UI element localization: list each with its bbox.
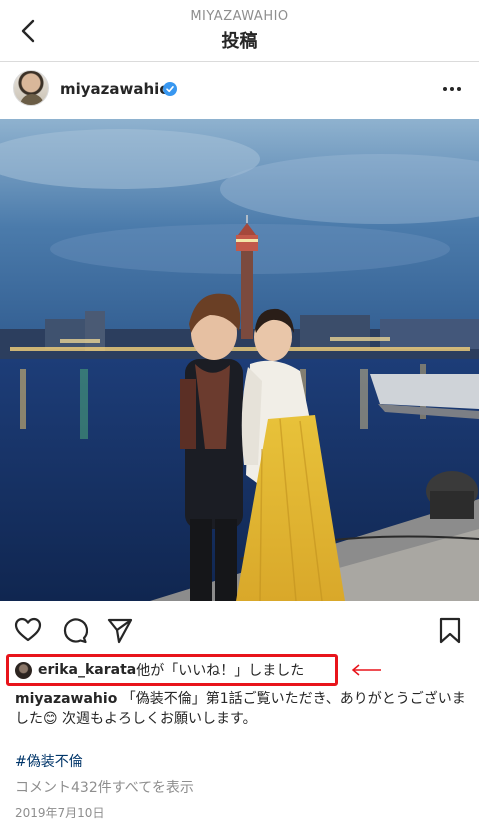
post-header: miyazawahio (0, 62, 479, 118)
caption-username[interactable]: miyazawahio (15, 691, 117, 707)
page-title: 投稿 (221, 31, 258, 52)
avatar[interactable] (13, 70, 49, 106)
post-date: 2019年7月10日 (15, 806, 105, 820)
smile-emoji-icon: 😊 (43, 711, 58, 727)
post-photo[interactable] (0, 119, 479, 601)
liker-username[interactable]: erika_karata (38, 662, 136, 678)
top-nav-bar: MIYAZAWAHIO 投稿 (0, 0, 479, 62)
post-username[interactable]: miyazawahio (60, 80, 170, 98)
hashtag-link[interactable]: #偽装不倫 (15, 751, 83, 771)
verified-badge-icon (163, 82, 177, 96)
comment-icon[interactable] (60, 616, 88, 644)
share-icon[interactable] (106, 616, 134, 644)
post-caption: miyazawahio 「偽装不倫」第1話ご覧いただき、ありがとうございました😊… (15, 689, 470, 729)
post-action-bar (0, 606, 479, 650)
liker-avatar[interactable] (15, 661, 32, 679)
bookmark-icon[interactable] (436, 616, 464, 644)
more-options-icon (443, 87, 447, 91)
heart-icon[interactable] (14, 616, 42, 644)
red-arrow-icon (351, 664, 381, 676)
likes-line: erika_karata 他が「いいね！」しました (6, 654, 338, 686)
caption-text-2: 次週もよろしくお願いします。 (57, 711, 257, 727)
more-options-button[interactable] (439, 76, 465, 102)
header-account-name: MIYAZAWAHIO (190, 9, 289, 24)
view-all-comments-link[interactable]: コメント432件すべてを表示 (15, 777, 194, 797)
likes-text[interactable]: 他が「いいね！」しました (136, 660, 304, 680)
